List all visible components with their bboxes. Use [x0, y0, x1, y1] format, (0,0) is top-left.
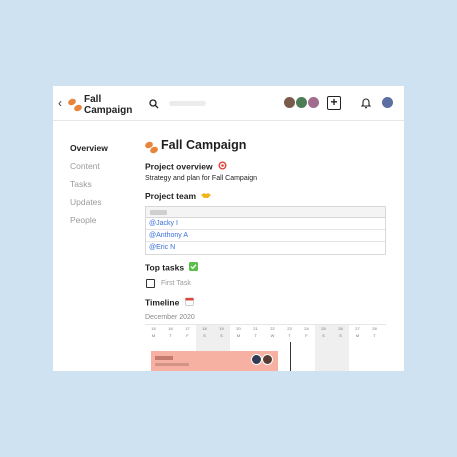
timeline-weekday: M [151, 333, 156, 339]
timeline-weekday: S [203, 333, 206, 339]
timeline-day-number: 27 [355, 326, 360, 332]
timeline-bar-title-placeholder [155, 356, 173, 361]
timeline-heading: Timeline [145, 297, 180, 308]
top-bar: ‹ Fall Campaign + [53, 86, 404, 121]
timeline-day-number: 28 [372, 326, 377, 332]
target-icon [218, 161, 227, 173]
task-label[interactable]: First Task [161, 278, 191, 290]
timeline-day-number: 24 [304, 326, 309, 332]
timeline-day-number: 21 [253, 326, 258, 332]
main-content: Fall Campaign Project overview Strategy … [144, 136, 387, 371]
timeline-weekday: T [254, 333, 257, 339]
timeline-day-column: 28 T [366, 325, 383, 371]
page-logo-icon [149, 145, 159, 155]
app-window: ‹ Fall Campaign + Overview Content Tasks… [53, 86, 404, 371]
sidebar-item-updates[interactable]: Updates [70, 193, 108, 211]
timeline-day-column: 26 S [332, 325, 349, 371]
overview-text: Strategy and plan for Fall Campaign [145, 175, 258, 182]
timeline-grid[interactable]: 15 M 16 T 17 F 18 S 19 S 20 M 21 T 22 W 23 T 24 F 25 S 26 S 27 M 2… [145, 324, 386, 371]
add-button[interactable]: + [327, 96, 341, 110]
team-member-link[interactable]: @Anthony A [146, 230, 385, 243]
timeline-day-number: 20 [236, 326, 241, 332]
timeline-day-number: 15 [151, 326, 156, 332]
check-icon [189, 262, 199, 274]
timeline-day-number: 17 [185, 326, 190, 332]
timeline-weekday: T [373, 333, 376, 339]
timeline-day-number: 19 [219, 326, 224, 332]
search-icon[interactable] [149, 96, 159, 114]
bar-avatar [262, 354, 273, 366]
timeline-weekday: S [220, 333, 223, 339]
timeline-weekday: T [169, 333, 172, 339]
overview-heading-row: Project overview [145, 161, 387, 173]
user-avatar[interactable] [381, 96, 394, 109]
team-heading: Project team [145, 191, 197, 201]
overview-heading: Project overview [145, 161, 213, 172]
bell-icon[interactable] [360, 96, 372, 114]
search-input[interactable] [169, 101, 206, 106]
tasks-heading: Top tasks [145, 262, 185, 273]
sidebar-item-tasks[interactable]: Tasks [70, 175, 108, 193]
handshake-icon [201, 191, 212, 202]
timeline-day-number: 22 [270, 326, 275, 332]
timeline-heading-row: Timeline [145, 297, 387, 309]
timeline-weekday: S [322, 333, 325, 339]
sidebar-item-overview[interactable]: Overview [70, 139, 108, 157]
timeline-weekday: S [339, 333, 342, 339]
team-table: @Jacky I @Anthony A @Eric N [145, 206, 386, 256]
timeline-day-number: 26 [338, 326, 343, 332]
team-table-header [146, 207, 385, 219]
today-marker [290, 342, 291, 371]
timeline-day-number: 25 [321, 326, 326, 332]
timeline-day-column: 24 F [298, 325, 315, 371]
task-checkbox[interactable] [146, 279, 155, 289]
timeline-weekday: M [355, 333, 360, 339]
task-item: First Task [145, 278, 387, 290]
calendar-icon [184, 297, 194, 309]
bar-avatar [251, 354, 262, 366]
page-title: Fall Campaign [161, 138, 247, 152]
timeline-month: December 2020 [145, 314, 195, 322]
timeline-day-number: 23 [287, 326, 292, 332]
team-member-link[interactable]: @Eric N [146, 242, 385, 254]
timeline-weekday: W [270, 333, 275, 339]
sidebar-item-people[interactable]: People [70, 211, 108, 229]
page-title-row: Fall Campaign [144, 136, 387, 155]
back-chevron-icon[interactable]: ‹ [58, 96, 62, 110]
timeline-weekday: F [305, 333, 308, 339]
tasks-heading-row: Top tasks [145, 262, 387, 274]
timeline-day-number: 16 [168, 326, 173, 332]
sidebar-item-content[interactable]: Content [70, 157, 108, 175]
timeline-day-number: 18 [202, 326, 207, 332]
timeline-day-column: 25 S [315, 325, 332, 371]
team-heading-row: Project team [145, 191, 387, 202]
timeline-weekday: M [236, 333, 241, 339]
timeline-weekday: F [186, 333, 189, 339]
timeline-day-column: 27 M [349, 325, 366, 371]
app-title[interactable]: Fall Campaign [84, 94, 144, 116]
team-member-link[interactable]: @Jacky I [146, 218, 385, 231]
timeline-bar-subtitle-placeholder [155, 363, 189, 367]
sidebar-nav: Overview Content Tasks Updates People [70, 139, 108, 229]
timeline-bar[interactable] [151, 351, 278, 371]
member-avatar[interactable] [307, 96, 320, 109]
timeline-weekday: T [288, 333, 291, 339]
